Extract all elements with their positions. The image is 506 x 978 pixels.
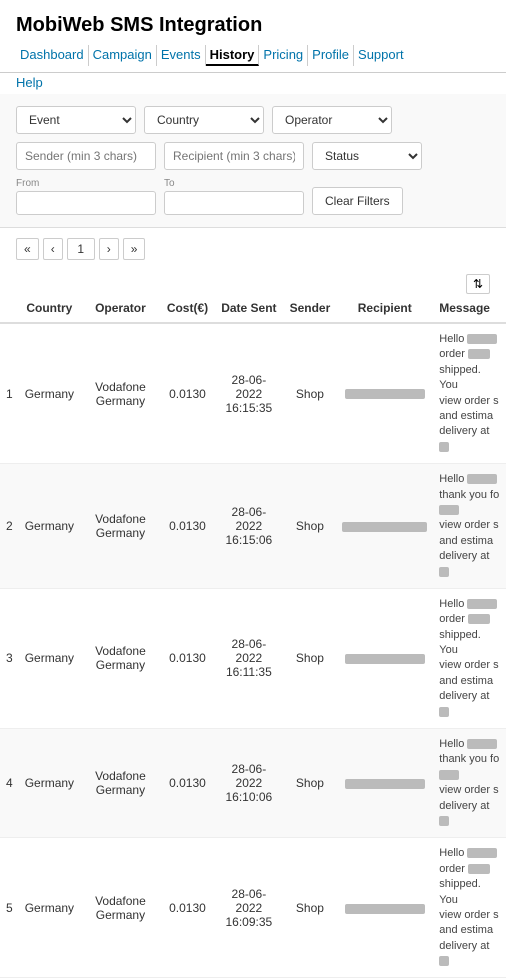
- nav-history[interactable]: History: [206, 45, 260, 66]
- country-select[interactable]: Country: [144, 106, 264, 134]
- cell-recipient: [336, 838, 433, 978]
- col-recipient: Recipient: [336, 294, 433, 323]
- cell-recipient: [336, 464, 433, 589]
- from-date-input[interactable]: 26/08/2022 00:01:0: [16, 191, 156, 215]
- cell-date: 28-06-202216:11:35: [214, 588, 283, 728]
- filters-panel: Event Country Operator Status From 26/08…: [0, 94, 506, 228]
- to-date-input[interactable]: 29/08/2022 23:59:5: [164, 191, 304, 215]
- cell-num: 1: [0, 323, 19, 464]
- table-body: 1 Germany Vodafone Germany 0.0130 28-06-…: [0, 323, 506, 978]
- cell-message: Hello order shipped. Youview order sand …: [433, 588, 506, 728]
- col-message: Message: [433, 294, 506, 323]
- date-filter-row: From 26/08/2022 00:01:0 To 29/08/2022 23…: [16, 178, 490, 215]
- cell-num: 5: [0, 838, 19, 978]
- cell-message: Hello thank you foview order sdelivery a…: [433, 728, 506, 837]
- table-row: 1 Germany Vodafone Germany 0.0130 28-06-…: [0, 323, 506, 464]
- cell-cost: 0.0130: [161, 323, 214, 464]
- cell-sender: Shop: [284, 464, 337, 589]
- nav-profile[interactable]: Profile: [308, 45, 354, 66]
- col-cost: Cost(€): [161, 294, 214, 323]
- col-operator: Operator: [80, 294, 161, 323]
- cell-date: 28-06-202216:09:35: [214, 838, 283, 978]
- cell-sender: Shop: [284, 838, 337, 978]
- table-row: 3 Germany Vodafone Germany 0.0130 28-06-…: [0, 588, 506, 728]
- col-date-sent: Date Sent: [214, 294, 283, 323]
- cell-cost: 0.0130: [161, 838, 214, 978]
- col-num: [0, 294, 19, 323]
- cell-recipient: [336, 728, 433, 837]
- filter-row-2: Status: [16, 142, 490, 170]
- nav-second-row: Help: [0, 73, 506, 94]
- main-nav: Dashboard Campaign Events History Pricin…: [16, 45, 490, 66]
- cell-date: 28-06-202216:10:06: [214, 728, 283, 837]
- col-sender: Sender: [284, 294, 337, 323]
- cell-operator: Vodafone Germany: [80, 464, 161, 589]
- nav-dashboard[interactable]: Dashboard: [16, 45, 89, 66]
- nav-help[interactable]: Help: [16, 75, 43, 90]
- table-row: 5 Germany Vodafone Germany 0.0130 28-06-…: [0, 838, 506, 978]
- cell-message: Hello thank you foview order sand estima…: [433, 464, 506, 589]
- table-row: 4 Germany Vodafone Germany 0.0130 28-06-…: [0, 728, 506, 837]
- recipient-input[interactable]: [164, 142, 304, 170]
- clear-filters-button[interactable]: Clear Filters: [312, 187, 403, 215]
- nav-events[interactable]: Events: [157, 45, 206, 66]
- filter-row-1: Event Country Operator: [16, 106, 490, 134]
- cell-cost: 0.0130: [161, 588, 214, 728]
- cell-recipient: [336, 588, 433, 728]
- operator-select[interactable]: Operator: [272, 106, 392, 134]
- cell-recipient: [336, 323, 433, 464]
- cell-message: Hello order shipped. Youview order sand …: [433, 323, 506, 464]
- from-label: From: [16, 178, 156, 189]
- cell-date: 28-06-202216:15:35: [214, 323, 283, 464]
- app-title: MobiWeb SMS Integration: [16, 14, 490, 37]
- prev-page-button[interactable]: ‹: [43, 238, 63, 260]
- cell-message: Hello order shipped. Youview order sand …: [433, 838, 506, 978]
- current-page: 1: [67, 238, 95, 260]
- cell-country: Germany: [19, 323, 80, 464]
- cell-cost: 0.0130: [161, 728, 214, 837]
- cell-country: Germany: [19, 728, 80, 837]
- next-page-button[interactable]: ›: [99, 238, 119, 260]
- cell-country: Germany: [19, 588, 80, 728]
- page-header: MobiWeb SMS Integration Dashboard Campai…: [0, 0, 506, 73]
- recipient-blurred: [345, 904, 425, 914]
- cell-sender: Shop: [284, 323, 337, 464]
- sender-input[interactable]: [16, 142, 156, 170]
- cell-country: Germany: [19, 838, 80, 978]
- col-country: Country: [19, 294, 80, 323]
- recipient-blurred: [342, 522, 427, 532]
- cell-num: 2: [0, 464, 19, 589]
- cell-operator: Vodafone Germany: [80, 323, 161, 464]
- cell-date: 28-06-202216:15:06: [214, 464, 283, 589]
- cell-num: 4: [0, 728, 19, 837]
- sort-button[interactable]: ⇅: [466, 274, 490, 294]
- nav-pricing[interactable]: Pricing: [259, 45, 308, 66]
- pagination-bar: « ‹ 1 › »: [0, 228, 506, 270]
- table-row: 2 Germany Vodafone Germany 0.0130 28-06-…: [0, 464, 506, 589]
- to-label: To: [164, 178, 304, 189]
- recipient-blurred: [345, 389, 425, 399]
- table-header: Country Operator Cost(€) Date Sent Sende…: [0, 294, 506, 323]
- event-select[interactable]: Event: [16, 106, 136, 134]
- last-page-button[interactable]: »: [123, 238, 146, 260]
- status-select[interactable]: Status: [312, 142, 422, 170]
- cell-sender: Shop: [284, 588, 337, 728]
- cell-operator: Vodafone Germany: [80, 588, 161, 728]
- nav-support[interactable]: Support: [354, 45, 408, 66]
- recipient-blurred: [345, 654, 425, 664]
- to-date-group: To 29/08/2022 23:59:5: [164, 178, 304, 215]
- cell-cost: 0.0130: [161, 464, 214, 589]
- history-table: Country Operator Cost(€) Date Sent Sende…: [0, 294, 506, 978]
- cell-country: Germany: [19, 464, 80, 589]
- cell-operator: Vodafone Germany: [80, 728, 161, 837]
- recipient-blurred: [345, 779, 425, 789]
- from-date-group: From 26/08/2022 00:01:0: [16, 178, 156, 215]
- nav-campaign[interactable]: Campaign: [89, 45, 157, 66]
- cell-num: 3: [0, 588, 19, 728]
- history-table-wrapper: Country Operator Cost(€) Date Sent Sende…: [0, 294, 506, 978]
- cell-operator: Vodafone Germany: [80, 838, 161, 978]
- cell-sender: Shop: [284, 728, 337, 837]
- sort-controls: ⇅: [0, 270, 506, 294]
- first-page-button[interactable]: «: [16, 238, 39, 260]
